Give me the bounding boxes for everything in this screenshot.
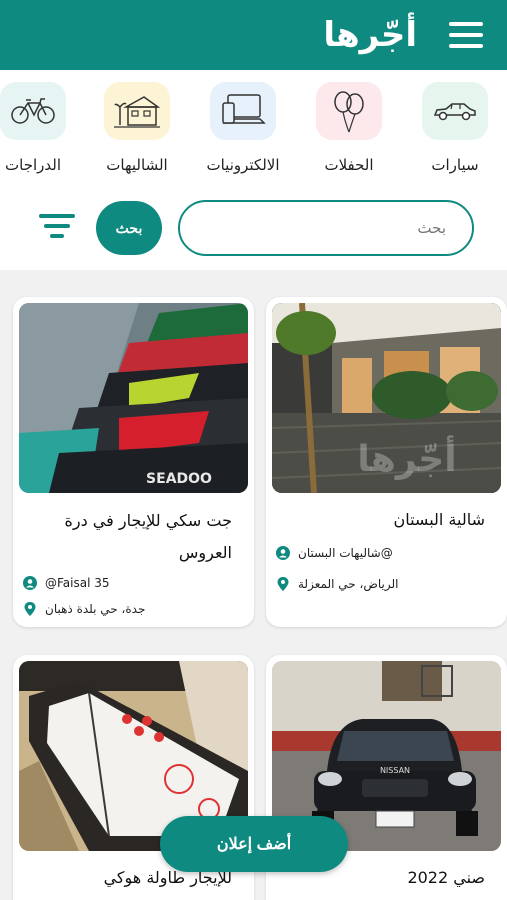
app-header: أجّرها: [0, 0, 507, 70]
search-button[interactable]: بحث: [96, 201, 162, 255]
image-brand-text: NISSAN: [380, 766, 410, 775]
listing-image: SEADOO: [19, 303, 248, 493]
bicycle-icon: [0, 82, 66, 140]
search-input[interactable]: [178, 200, 474, 256]
add-listing-button[interactable]: أضف إعلان: [160, 816, 348, 872]
car-icon: [422, 82, 488, 140]
listing-image: أجّرها: [272, 303, 501, 493]
balloons-icon: [316, 82, 382, 140]
category-label: الشاليهات: [106, 156, 168, 174]
category-bicycles[interactable]: الدراجات: [0, 82, 78, 174]
image-watermark: أجّرها: [357, 435, 456, 480]
category-label: الالكترونيات: [206, 156, 280, 174]
user-icon: [23, 576, 37, 590]
hamburger-icon[interactable]: [449, 22, 483, 48]
listing-location: الرياض، حي المعزلة: [276, 574, 497, 594]
category-cars[interactable]: سيارات: [410, 82, 500, 174]
category-label: الحفلات: [324, 156, 374, 174]
location-pin-icon: [277, 577, 289, 591]
category-label: الدراجات: [5, 156, 61, 174]
category-electronics[interactable]: الالكترونيات: [198, 82, 288, 174]
filter-icon[interactable]: [38, 214, 76, 242]
chalet-icon: [104, 82, 170, 140]
listing-owner: @Faisal 35: [23, 573, 244, 593]
location-pin-icon: [24, 602, 36, 616]
category-parties[interactable]: الحفلات: [304, 82, 394, 174]
category-chalets[interactable]: الشاليهات: [92, 82, 182, 174]
listing-location: جدة، حي بلدة ذهبان: [23, 599, 244, 619]
listing-title: شالية البستان: [393, 510, 485, 529]
listing-card[interactable]: SEADOO جت سكي للإيجار في درة العروس @Fai…: [13, 297, 254, 627]
image-brand-text: SEADOO: [146, 471, 212, 487]
category-label: سيارات: [431, 156, 479, 174]
app-logo: أجّرها: [323, 15, 417, 55]
electronics-icon: [210, 82, 276, 140]
listing-title: جت سكي للإيجار في درة العروس: [64, 511, 232, 562]
user-icon: [276, 546, 290, 560]
listing-card[interactable]: أجّرها شالية البستان @شاليهات البستان ال…: [266, 297, 507, 627]
listing-owner: @شاليهات البستان: [276, 543, 497, 563]
